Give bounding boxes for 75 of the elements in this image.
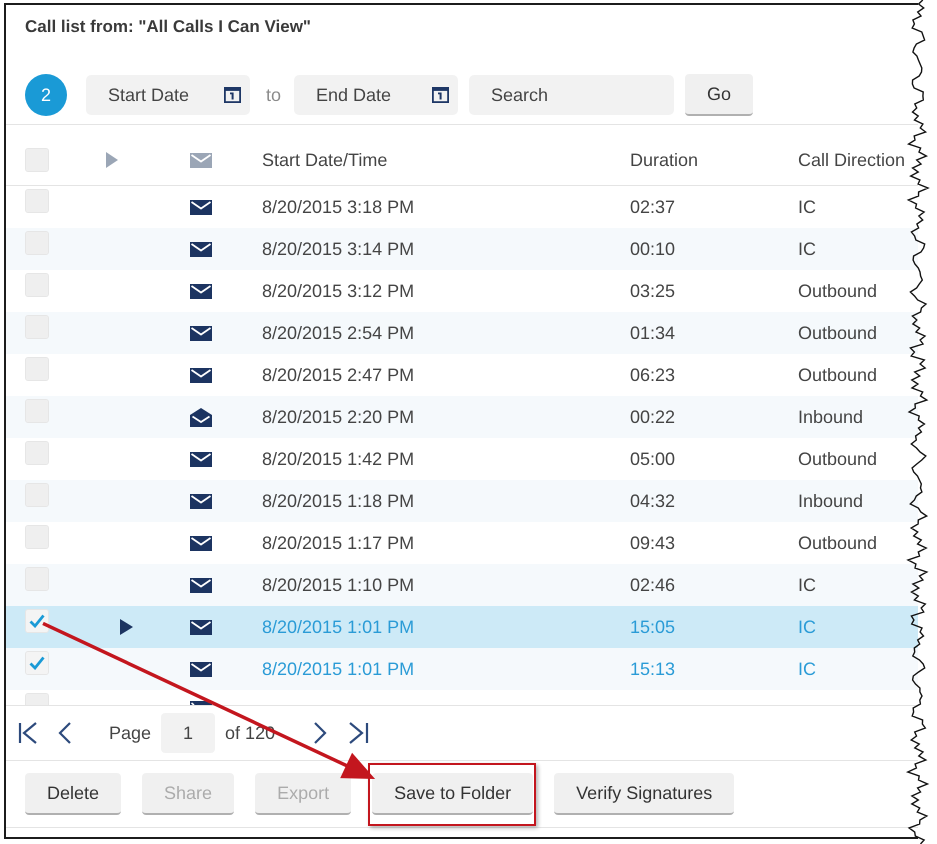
column-header[interactable]: Call Direction [798, 150, 906, 170]
table-row[interactable]: 8/20/2015 2:54 PM 01:34 Outbound [6, 312, 918, 354]
table-row[interactable]: 8/20/2015 1:10 PM 02:46 IC [6, 564, 918, 606]
previous-page-icon[interactable] [58, 721, 72, 745]
start-time-cell: 8/20/2015 2:47 PM [262, 364, 414, 386]
duration-cell: 00:22 [630, 406, 676, 428]
count-badge: 2 [25, 74, 67, 116]
checkmark-icon [29, 656, 45, 670]
first-page-icon[interactable] [18, 721, 38, 745]
duration-cell: 03:25 [630, 280, 676, 302]
direction-cell: Inbound [798, 406, 864, 428]
row-checkbox[interactable] [25, 273, 49, 297]
start-time-cell: 8/20/2015 1:17 PM [262, 532, 414, 554]
start-time-cell: 8/20/2015 2:54 PM [262, 322, 414, 344]
start-time-cell: 8/20/2015 1:01 PM [262, 658, 414, 680]
duration-cell: 04:32 [630, 490, 676, 512]
duration-cell: 05:00 [630, 448, 676, 470]
row-checkbox[interactable] [25, 651, 49, 675]
last-page-icon[interactable] [348, 721, 370, 745]
direction-cell: IC [798, 658, 816, 680]
row-checkbox[interactable] [25, 441, 49, 465]
duration-cell: 06:23 [630, 364, 676, 386]
table-row[interactable]: 8/20/2015 2:20 PM 00:22 Inbound [6, 396, 918, 438]
direction-cell: Outbound [798, 364, 878, 386]
direction-cell: Inbound [798, 490, 864, 512]
row-checkbox[interactable] [25, 525, 49, 549]
search-field[interactable]: Search [469, 75, 674, 115]
start-date-field[interactable]: Start Date [86, 75, 250, 115]
start-time-cell: 8/20/2015 3:12 PM [262, 280, 414, 302]
direction-cell: IC [798, 196, 816, 218]
envelope-icon [190, 152, 212, 168]
checkmark-icon [29, 614, 45, 628]
action-button[interactable]: Save to Folder [372, 773, 534, 815]
go-button[interactable]: Go [685, 74, 754, 116]
duration-cell: 15:13 [630, 658, 676, 680]
action-button[interactable]: Verify Signatures [554, 773, 734, 815]
table-row[interactable]: 8/20/2015 3:14 PM 00:10 IC [6, 228, 918, 270]
calendar-icon[interactable] [432, 87, 450, 103]
duration-cell: 01:34 [630, 322, 676, 344]
start-time-cell: 8/20/2015 1:10 PM [262, 574, 414, 596]
duration-cell: 02:37 [630, 196, 676, 218]
direction-cell: IC [798, 616, 816, 638]
page-label: Page [109, 722, 152, 744]
row-checkbox[interactable] [25, 189, 49, 213]
row-checkbox[interactable] [25, 609, 49, 633]
start-time-cell: 8/20/2015 3:14 PM [262, 238, 414, 260]
page-number-field[interactable]: 1 [161, 713, 216, 753]
row-checkbox[interactable] [25, 693, 49, 705]
play-icon[interactable] [120, 619, 133, 635]
start-time-cell: 8/20/2015 1:01 PM [262, 616, 414, 638]
direction-cell: Outbound [798, 322, 878, 344]
list-title: Call list from: "All Calls I Can View" [24, 16, 312, 37]
direction-cell: IC [798, 574, 816, 596]
column-header[interactable]: Start Date/Time [262, 150, 388, 170]
start-time-cell: 8/20/2015 1:42 PM [262, 448, 414, 470]
direction-cell: Outbound [798, 532, 878, 554]
duration-cell: 02:46 [630, 574, 676, 596]
start-time-cell: 8/20/2015 3:18 PM [262, 196, 414, 218]
next-page-icon[interactable] [313, 721, 328, 745]
action-button[interactable]: Delete [25, 773, 122, 815]
select-all-checkbox[interactable] [25, 148, 49, 172]
duration-cell: 15:05 [630, 616, 676, 638]
end-date-field[interactable]: End Date [294, 75, 458, 115]
start-time-cell: 8/20/2015 1:18 PM [262, 490, 414, 512]
direction-cell: Outbound [798, 280, 878, 302]
calendar-icon[interactable] [224, 87, 241, 103]
column-header[interactable]: Duration [630, 150, 698, 170]
start-time-cell: 8/20/2015 2:20 PM [262, 406, 414, 428]
table-row[interactable]: 8/20/2015 1:18 PM 04:32 Inbound [6, 480, 918, 522]
direction-cell: Outbound [798, 448, 878, 470]
direction-cell: IC [798, 238, 816, 260]
duration-cell: 00:10 [630, 238, 676, 260]
duration-cell: 09:43 [630, 532, 676, 554]
range-separator: to [266, 84, 282, 106]
row-checkbox[interactable] [25, 357, 49, 381]
